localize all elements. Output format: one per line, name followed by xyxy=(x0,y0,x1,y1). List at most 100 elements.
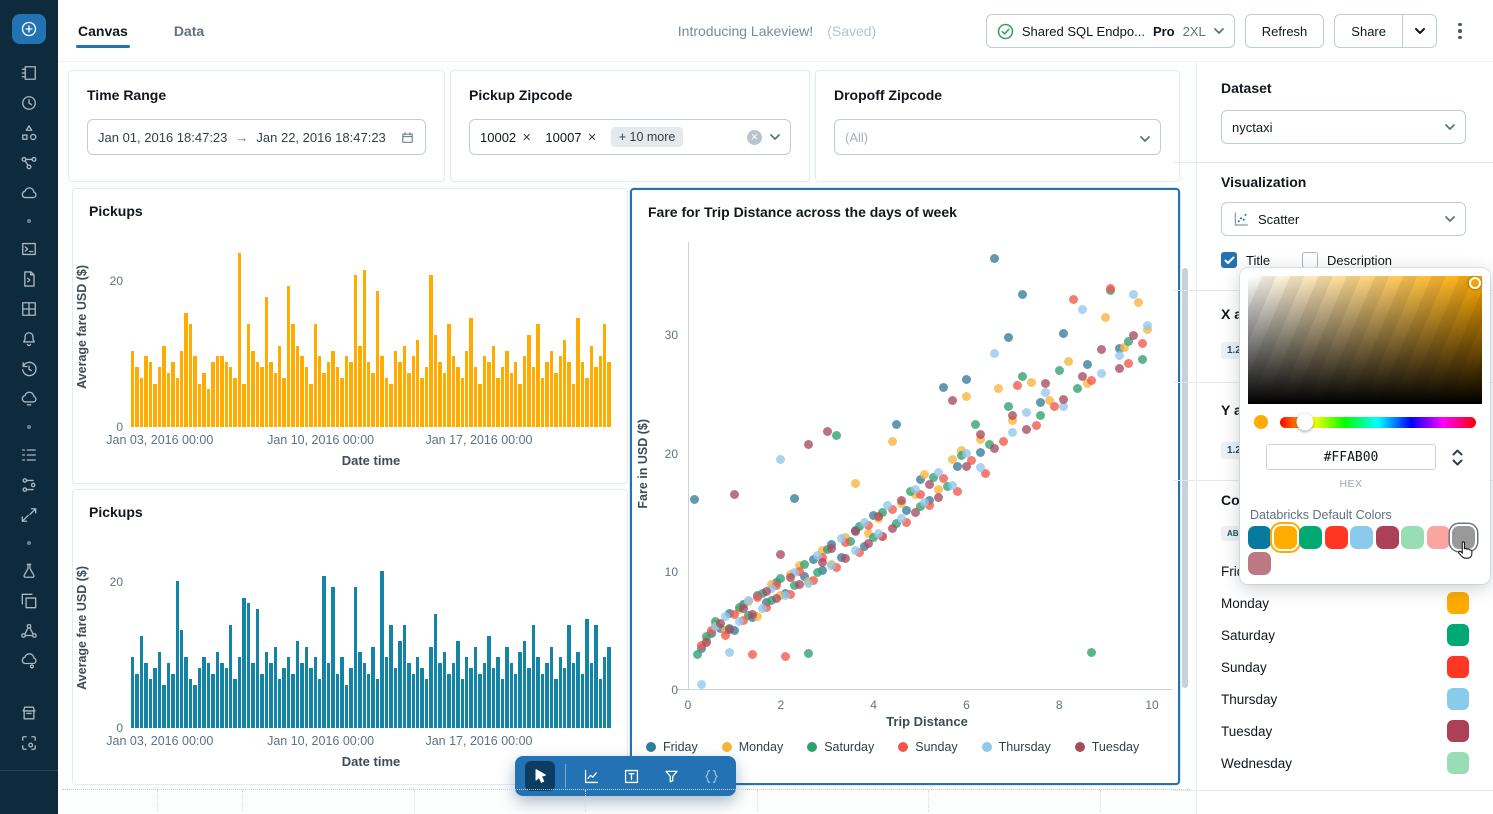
bar[interactable] xyxy=(242,598,245,728)
scatter-point-tuesday[interactable] xyxy=(795,580,804,589)
scatter-point-monday[interactable] xyxy=(962,392,971,401)
scatter-point-sunday[interactable] xyxy=(1032,421,1041,430)
bar[interactable] xyxy=(567,625,570,728)
bar[interactable] xyxy=(483,663,486,728)
bar[interactable] xyxy=(229,625,232,728)
bar[interactable] xyxy=(251,663,254,728)
sidebar-item-recents[interactable] xyxy=(0,88,58,118)
bar[interactable] xyxy=(554,373,557,427)
bar[interactable] xyxy=(327,362,330,427)
bar[interactable] xyxy=(527,668,530,728)
legend-item-monday[interactable]: Monday xyxy=(722,740,783,754)
bar[interactable] xyxy=(487,636,490,728)
bar[interactable] xyxy=(233,679,236,728)
bar[interactable] xyxy=(207,663,210,728)
bar[interactable] xyxy=(305,647,308,728)
scatter-point-thursday[interactable] xyxy=(911,485,920,494)
bar[interactable] xyxy=(296,346,299,427)
bar[interactable] xyxy=(376,291,379,427)
scatter-point-tuesday[interactable] xyxy=(1129,331,1138,340)
tab-canvas[interactable]: Canvas xyxy=(76,3,130,59)
bar[interactable] xyxy=(131,657,134,728)
remove-chip-icon[interactable]: ✕ xyxy=(588,131,597,144)
scatter-point-monday[interactable] xyxy=(888,437,897,446)
bar[interactable] xyxy=(478,674,481,728)
bar[interactable] xyxy=(385,378,388,427)
bar[interactable] xyxy=(189,324,192,427)
scatter-point-sunday[interactable] xyxy=(781,652,790,661)
bar[interactable] xyxy=(140,378,143,427)
sidebar-item-workspace[interactable] xyxy=(0,58,58,88)
scatter-point-tuesday[interactable] xyxy=(730,490,739,499)
tab-data[interactable]: Data xyxy=(172,3,206,59)
bar[interactable] xyxy=(198,668,201,728)
hue-slider[interactable] xyxy=(1280,417,1476,428)
scatter-point-tuesday[interactable] xyxy=(962,462,971,471)
bar[interactable] xyxy=(554,679,557,728)
scatter-point-tuesday[interactable] xyxy=(786,573,795,582)
bar[interactable] xyxy=(541,378,544,427)
scatter-point-friday[interactable] xyxy=(892,420,901,429)
bar[interactable] xyxy=(536,657,539,728)
bar[interactable] xyxy=(189,679,192,728)
stepper-down-icon[interactable] xyxy=(1452,459,1463,466)
legend-item-friday[interactable]: Friday xyxy=(646,740,698,754)
sidebar-item-catalog[interactable] xyxy=(0,118,58,148)
scatter-point-tuesday[interactable] xyxy=(762,587,771,596)
bar[interactable] xyxy=(282,378,285,427)
scatter-point-monday[interactable] xyxy=(1101,313,1110,322)
bar[interactable] xyxy=(523,356,526,427)
sql-endpoint-selector[interactable]: Shared SQL Endpo... Pro 2XL xyxy=(986,14,1235,48)
bar[interactable] xyxy=(559,356,562,427)
bar[interactable] xyxy=(149,679,152,728)
bar[interactable] xyxy=(144,356,147,427)
bar[interactable] xyxy=(443,652,446,728)
bar[interactable] xyxy=(220,356,223,427)
scatter-point-friday[interactable] xyxy=(1059,329,1068,338)
canvas-scrollbar[interactable] xyxy=(1182,268,1188,688)
sidebar-item-serving[interactable] xyxy=(0,616,58,646)
bar[interactable] xyxy=(514,674,517,728)
bar[interactable] xyxy=(260,367,263,427)
scatter-point-tuesday[interactable] xyxy=(1115,364,1124,373)
bar[interactable] xyxy=(403,346,406,427)
bar[interactable] xyxy=(176,581,179,728)
bar[interactable] xyxy=(345,685,348,728)
bar[interactable] xyxy=(563,340,566,427)
scatter-point-saturday[interactable] xyxy=(832,431,841,440)
sidebar-item-data-ingestion[interactable] xyxy=(0,384,58,414)
bar[interactable] xyxy=(314,657,317,728)
bar[interactable] xyxy=(176,378,179,427)
sidebar-item-experiments[interactable] xyxy=(0,556,58,586)
bar[interactable] xyxy=(300,663,303,728)
bar[interactable] xyxy=(607,647,610,728)
bar[interactable] xyxy=(492,668,495,728)
bar[interactable] xyxy=(309,668,312,728)
scatter-point-sunday[interactable] xyxy=(1087,376,1096,385)
scatter-point-thursday[interactable] xyxy=(735,617,744,626)
scatter-point-sunday[interactable] xyxy=(748,650,757,659)
bar[interactable] xyxy=(340,657,343,728)
bar[interactable] xyxy=(487,362,490,427)
saturation-gradient-area[interactable] xyxy=(1248,276,1482,404)
bar[interactable] xyxy=(202,657,205,728)
dropoff-zipcode-select[interactable]: (All) xyxy=(834,119,1161,155)
bar[interactable] xyxy=(518,652,521,728)
scatter-point-thursday[interactable] xyxy=(1022,408,1031,417)
scatter-point-friday[interactable] xyxy=(976,448,985,457)
bar[interactable] xyxy=(265,652,268,728)
bar[interactable] xyxy=(367,674,370,728)
bar[interactable] xyxy=(550,351,553,427)
bar[interactable] xyxy=(380,571,383,728)
bar[interactable] xyxy=(225,362,228,427)
scatter-point-saturday[interactable] xyxy=(804,649,813,658)
scatter-point-saturday[interactable] xyxy=(1073,384,1082,393)
sidebar-item-cloud-ml[interactable] xyxy=(0,646,58,676)
scatter-point-thursday[interactable] xyxy=(837,534,846,543)
bar[interactable] xyxy=(260,674,263,728)
sidebar-item-workflows[interactable] xyxy=(0,148,58,178)
bar[interactable] xyxy=(309,384,312,427)
scatter-point-tuesday[interactable] xyxy=(888,524,897,533)
bar[interactable] xyxy=(474,647,477,728)
bar[interactable] xyxy=(144,663,147,728)
